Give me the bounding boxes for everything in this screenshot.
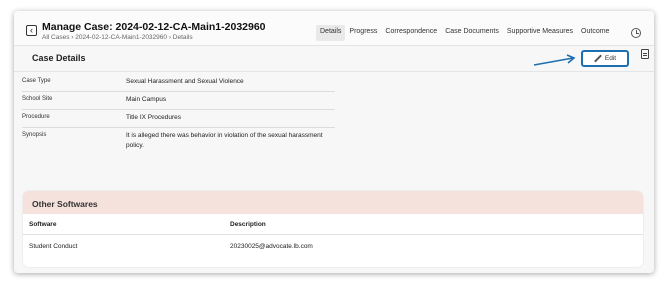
tab-outcome[interactable]: Outcome — [577, 25, 613, 41]
pencil-icon — [594, 55, 601, 62]
description-cell: 20230025@advocate.lb.com — [230, 243, 313, 250]
arrow-annotation-icon — [533, 54, 576, 66]
other-softwares-panel: Other Softwares Software Description Stu… — [23, 191, 643, 267]
edit-button[interactable]: Edit — [581, 50, 629, 67]
tab-details[interactable]: Details — [316, 25, 346, 41]
detail-label: Synopsis — [22, 132, 47, 138]
detail-row-synopsis: Synopsis It is alleged there was behavio… — [22, 128, 335, 156]
case-details-list: Case Type Sexual Harassment and Sexual V… — [22, 74, 335, 156]
other-softwares-title: Other Softwares — [23, 191, 643, 214]
divider — [14, 71, 654, 72]
tab-case-documents[interactable]: Case Documents — [441, 25, 503, 41]
back-button[interactable]: ‹ — [26, 25, 37, 36]
column-header-description: Description — [230, 221, 266, 228]
detail-value: Main Campus — [126, 96, 167, 103]
detail-row-case-type: Case Type Sexual Harassment and Sexual V… — [22, 74, 335, 92]
tab-supportive-measures[interactable]: Supportive Measures — [503, 25, 577, 41]
page-header: ‹ Manage Case: 2024-02-12-CA-Main1-20329… — [14, 11, 654, 46]
tab-bar: Details Progress Correspondence Case Doc… — [316, 25, 613, 41]
column-header-software: Software — [29, 221, 57, 228]
page-title: Manage Case: 2024-02-12-CA-Main1-2032960 — [42, 21, 266, 33]
detail-label: Case Type — [22, 78, 51, 84]
table-row: Student Conduct 20230025@advocate.lb.com — [23, 235, 643, 257]
tab-progress[interactable]: Progress — [345, 25, 381, 41]
detail-label: School Site — [22, 96, 53, 102]
software-cell: Student Conduct — [29, 243, 78, 250]
detail-label: Procedure — [22, 114, 50, 120]
case-window: ‹ Manage Case: 2024-02-12-CA-Main1-20329… — [14, 11, 654, 273]
breadcrumb[interactable]: All Cases › 2024-02-12-CA-Main1-2032960 … — [42, 34, 193, 41]
edit-button-label: Edit — [604, 55, 617, 62]
detail-value: Sexual Harassment and Sexual Violence — [126, 78, 244, 85]
detail-value: It is alleged there was behavior in viol… — [126, 132, 323, 149]
detail-value: Title IX Procedures — [126, 114, 182, 121]
tab-correspondence[interactable]: Correspondence — [381, 25, 441, 41]
table-header: Software Description — [23, 214, 643, 235]
document-icon[interactable] — [641, 49, 649, 59]
detail-row-school-site: School Site Main Campus — [22, 92, 335, 110]
clock-icon[interactable] — [631, 28, 641, 38]
detail-row-procedure: Procedure Title IX Procedures — [22, 110, 335, 128]
section-title: Case Details — [32, 53, 86, 63]
